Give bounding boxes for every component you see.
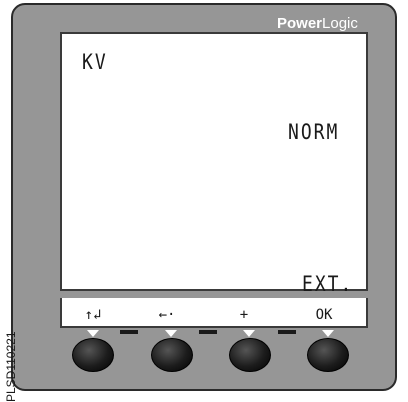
mode-value: NORM xyxy=(288,120,340,146)
image-code-label: PLSD110221 xyxy=(4,331,18,402)
softkey-label-plus: + xyxy=(239,307,249,323)
brand-logo-light: Logic xyxy=(322,15,358,32)
softkey-separator xyxy=(120,330,138,334)
softkey-label-left: ←· xyxy=(158,307,176,323)
pointer-arrow-icon xyxy=(165,330,177,337)
brand-logo: PowerLogic xyxy=(277,16,397,32)
pointer-arrow-icon xyxy=(87,330,99,337)
softkey-button-4[interactable] xyxy=(307,338,349,372)
softkey-button-1[interactable] xyxy=(72,338,114,372)
softkey-separator xyxy=(199,330,217,334)
pointer-arrow-icon xyxy=(243,330,255,337)
option-value: EXT. xyxy=(302,272,354,298)
softkey-separator xyxy=(278,330,296,334)
brand-logo-bold: Power xyxy=(277,15,323,32)
softkey-button-2[interactable] xyxy=(151,338,193,372)
softkey-label-ok: OK xyxy=(315,307,333,323)
softkey-label-up-enter: ↑↲ xyxy=(84,307,102,323)
parameter-label: KV xyxy=(82,50,108,76)
pointer-arrow-icon xyxy=(322,330,334,337)
lcd-screen: KV NORM EXT. xyxy=(60,32,368,297)
softkey-button-3[interactable] xyxy=(229,338,271,372)
